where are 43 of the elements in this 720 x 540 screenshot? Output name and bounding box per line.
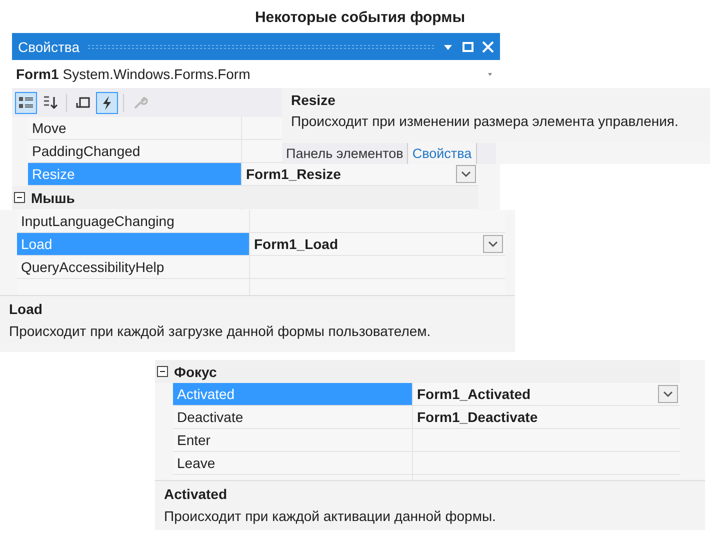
maximize-icon[interactable] xyxy=(462,40,474,52)
object-name: Form1 xyxy=(16,66,59,82)
dropdown-button[interactable] xyxy=(658,385,678,403)
slide-title: Некоторые события формы xyxy=(254,9,466,26)
event-name[interactable]: QueryAccessibilityHelp xyxy=(17,256,250,279)
description-title: Activated xyxy=(164,486,228,502)
object-type: System.Windows.Forms.Form xyxy=(62,66,250,82)
properties-page-icon xyxy=(75,94,91,110)
chevron-down-icon xyxy=(488,240,498,248)
handler-name: Form1_Activated xyxy=(417,386,531,402)
handler-name: Form1_Load xyxy=(254,236,338,252)
category-row[interactable]: Фокус xyxy=(155,360,680,383)
collapse-icon[interactable] xyxy=(157,366,168,377)
dropdown-button[interactable] xyxy=(483,235,503,253)
sort-icon xyxy=(42,94,58,110)
description-text: Происходит при каждой загрузке данной формы пользователем. xyxy=(9,323,432,339)
window-title: Свойства xyxy=(18,38,80,54)
handler-name: Form1_Resize xyxy=(246,166,341,182)
description-title: Resize xyxy=(291,92,336,108)
chevron-down-icon xyxy=(461,170,471,178)
event-name[interactable]: PaddingChanged xyxy=(28,140,242,163)
object-selector[interactable]: Form1 System.Windows.Forms.Form xyxy=(12,60,500,88)
chevron-down-icon xyxy=(663,390,673,398)
description-title: Load xyxy=(9,301,44,317)
toolbar-button[interactable] xyxy=(15,92,37,114)
close-icon[interactable] xyxy=(482,40,494,52)
category-row[interactable]: Мышь xyxy=(12,186,478,209)
event-name[interactable]: InputLanguageChanging xyxy=(17,210,250,233)
collapse-icon[interactable] xyxy=(14,192,25,203)
event-name[interactable]: Leave xyxy=(173,452,413,475)
category-label: Фокус xyxy=(174,364,217,380)
event-name[interactable]: Move xyxy=(28,117,242,140)
event-name[interactable]: Deactivate xyxy=(173,406,413,429)
handler-name: Form1_Deactivate xyxy=(417,409,538,425)
dropdown-button[interactable] xyxy=(456,165,476,183)
categorized-list-icon xyxy=(18,94,34,110)
wrench-icon xyxy=(132,94,148,110)
category-label: Мышь xyxy=(31,190,75,206)
tab[interactable]: Свойства xyxy=(408,143,477,164)
description-text: Происходит при каждой активации данной формы. xyxy=(164,508,497,524)
event-name[interactable]: Enter xyxy=(173,429,413,452)
description-text: Происходит при изменении размера элемента управления. xyxy=(291,113,680,129)
toolbar-button[interactable] xyxy=(96,92,118,114)
